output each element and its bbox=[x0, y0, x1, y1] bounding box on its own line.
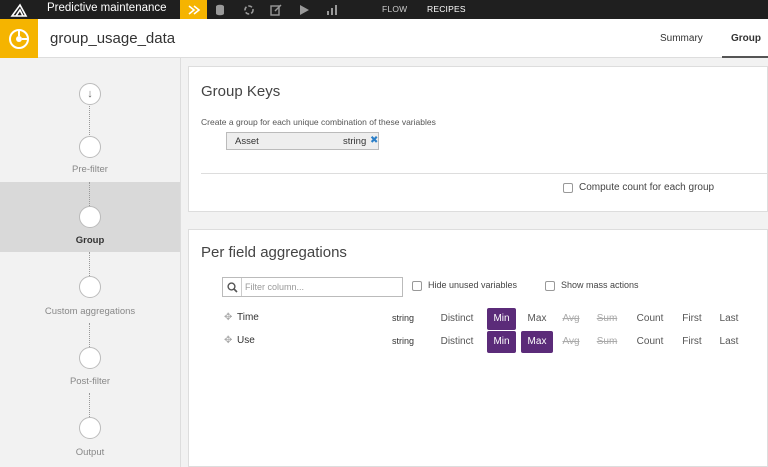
project-name[interactable]: Predictive maintenance bbox=[47, 2, 167, 14]
nav-flow[interactable]: FLOW bbox=[382, 4, 407, 14]
remove-key-icon[interactable]: ✖ bbox=[370, 135, 378, 146]
search-icon[interactable] bbox=[223, 278, 242, 296]
agg-max-toggle[interactable]: Max bbox=[521, 331, 553, 353]
field-name: Time bbox=[237, 312, 259, 323]
field-type: string bbox=[392, 336, 415, 346]
panel-title-aggregations: Per field aggregations bbox=[201, 244, 347, 261]
group-key-type: string bbox=[343, 136, 367, 147]
agg-first-toggle[interactable]: First bbox=[676, 331, 708, 353]
agg-first-toggle[interactable]: First bbox=[676, 308, 708, 330]
field-row-use: ✥ Use string Distinct Min Max Avg Sum Co… bbox=[189, 331, 768, 353]
field-name: Use bbox=[237, 335, 255, 346]
agg-max-toggle[interactable]: Max bbox=[521, 308, 553, 330]
field-type: string bbox=[392, 313, 415, 323]
chart-icon[interactable] bbox=[325, 3, 339, 16]
group-keys-panel: Group Keys Create a group for each uniqu… bbox=[188, 66, 768, 212]
recipe-steps-sidebar: ↓ Pre-filter Group Custom aggregations P… bbox=[0, 58, 181, 467]
step-connector bbox=[89, 106, 90, 135]
step-connector bbox=[89, 393, 90, 417]
recipe-header: group_usage_data Summary Group bbox=[0, 19, 768, 58]
step-group[interactable] bbox=[79, 206, 101, 228]
agg-distinct-toggle[interactable]: Distinct bbox=[435, 308, 479, 330]
step-label-pre-filter[interactable]: Pre-filter bbox=[0, 164, 180, 175]
step-connector bbox=[89, 252, 90, 276]
agg-sum-toggle[interactable]: Sum bbox=[592, 308, 622, 330]
datasets-icon[interactable] bbox=[213, 3, 227, 16]
agg-count-toggle[interactable]: Count bbox=[631, 308, 669, 330]
compute-count-label[interactable]: Compute count for each group bbox=[579, 182, 714, 193]
step-label-post-filter[interactable]: Post-filter bbox=[0, 376, 180, 387]
dataset-title: group_usage_data bbox=[50, 30, 176, 47]
tab-summary[interactable]: Summary bbox=[660, 33, 703, 44]
step-connector bbox=[89, 323, 90, 347]
divider bbox=[201, 173, 768, 174]
refresh-icon[interactable] bbox=[242, 3, 256, 16]
panel-title-group-keys: Group Keys bbox=[201, 83, 281, 100]
group-keys-hint: Create a group for each unique combinati… bbox=[201, 117, 436, 127]
field-row-time: ✥ Time string Distinct Min Max Avg Sum C… bbox=[189, 308, 768, 330]
aggregations-panel: Per field aggregations Hide unused varia… bbox=[188, 229, 768, 467]
step-connector bbox=[89, 182, 90, 206]
group-key-chip[interactable]: Asset string ✖ bbox=[226, 132, 379, 150]
notebook-icon[interactable] bbox=[269, 3, 283, 16]
step-custom-aggregations[interactable] bbox=[79, 276, 101, 298]
app-logo-icon[interactable] bbox=[0, 0, 38, 19]
hide-unused-label[interactable]: Hide unused variables bbox=[428, 280, 517, 290]
step-label-custom-aggregations[interactable]: Custom aggregations bbox=[0, 306, 180, 317]
agg-last-toggle[interactable]: Last bbox=[714, 308, 744, 330]
step-post-filter[interactable] bbox=[79, 347, 101, 369]
agg-sum-toggle[interactable]: Sum bbox=[592, 331, 622, 353]
step-label-group[interactable]: Group bbox=[0, 235, 180, 246]
input-step-arrow-icon[interactable]: ↓ bbox=[79, 83, 101, 105]
hide-unused-checkbox[interactable] bbox=[412, 281, 422, 291]
agg-distinct-toggle[interactable]: Distinct bbox=[435, 331, 479, 353]
agg-last-toggle[interactable]: Last bbox=[714, 331, 744, 353]
drag-handle-icon[interactable]: ✥ bbox=[224, 312, 232, 323]
group-key-name: Asset bbox=[235, 136, 259, 147]
agg-avg-toggle[interactable]: Avg bbox=[557, 331, 585, 353]
step-pre-filter[interactable] bbox=[79, 136, 101, 158]
active-tab-indicator bbox=[722, 56, 768, 58]
agg-min-toggle[interactable]: Min bbox=[487, 331, 516, 353]
step-label-output[interactable]: Output bbox=[0, 447, 180, 458]
tab-group[interactable]: Group bbox=[731, 33, 761, 44]
agg-avg-toggle[interactable]: Avg bbox=[557, 308, 585, 330]
compute-count-checkbox[interactable] bbox=[563, 183, 573, 193]
filter-column-field[interactable] bbox=[222, 277, 403, 297]
recipe-icon[interactable] bbox=[180, 0, 207, 19]
agg-min-toggle[interactable]: Min bbox=[487, 308, 516, 330]
show-mass-actions-checkbox[interactable] bbox=[545, 281, 555, 291]
show-mass-actions-label[interactable]: Show mass actions bbox=[561, 280, 639, 290]
agg-count-toggle[interactable]: Count bbox=[631, 331, 669, 353]
top-bar: Predictive maintenance FLOW RECIPES bbox=[0, 0, 768, 19]
nav-recipes[interactable]: RECIPES bbox=[427, 4, 466, 14]
group-recipe-icon bbox=[0, 19, 38, 58]
step-output[interactable] bbox=[79, 417, 101, 439]
drag-handle-icon[interactable]: ✥ bbox=[224, 335, 232, 346]
filter-column-input[interactable] bbox=[245, 280, 395, 294]
play-icon[interactable] bbox=[297, 3, 311, 16]
